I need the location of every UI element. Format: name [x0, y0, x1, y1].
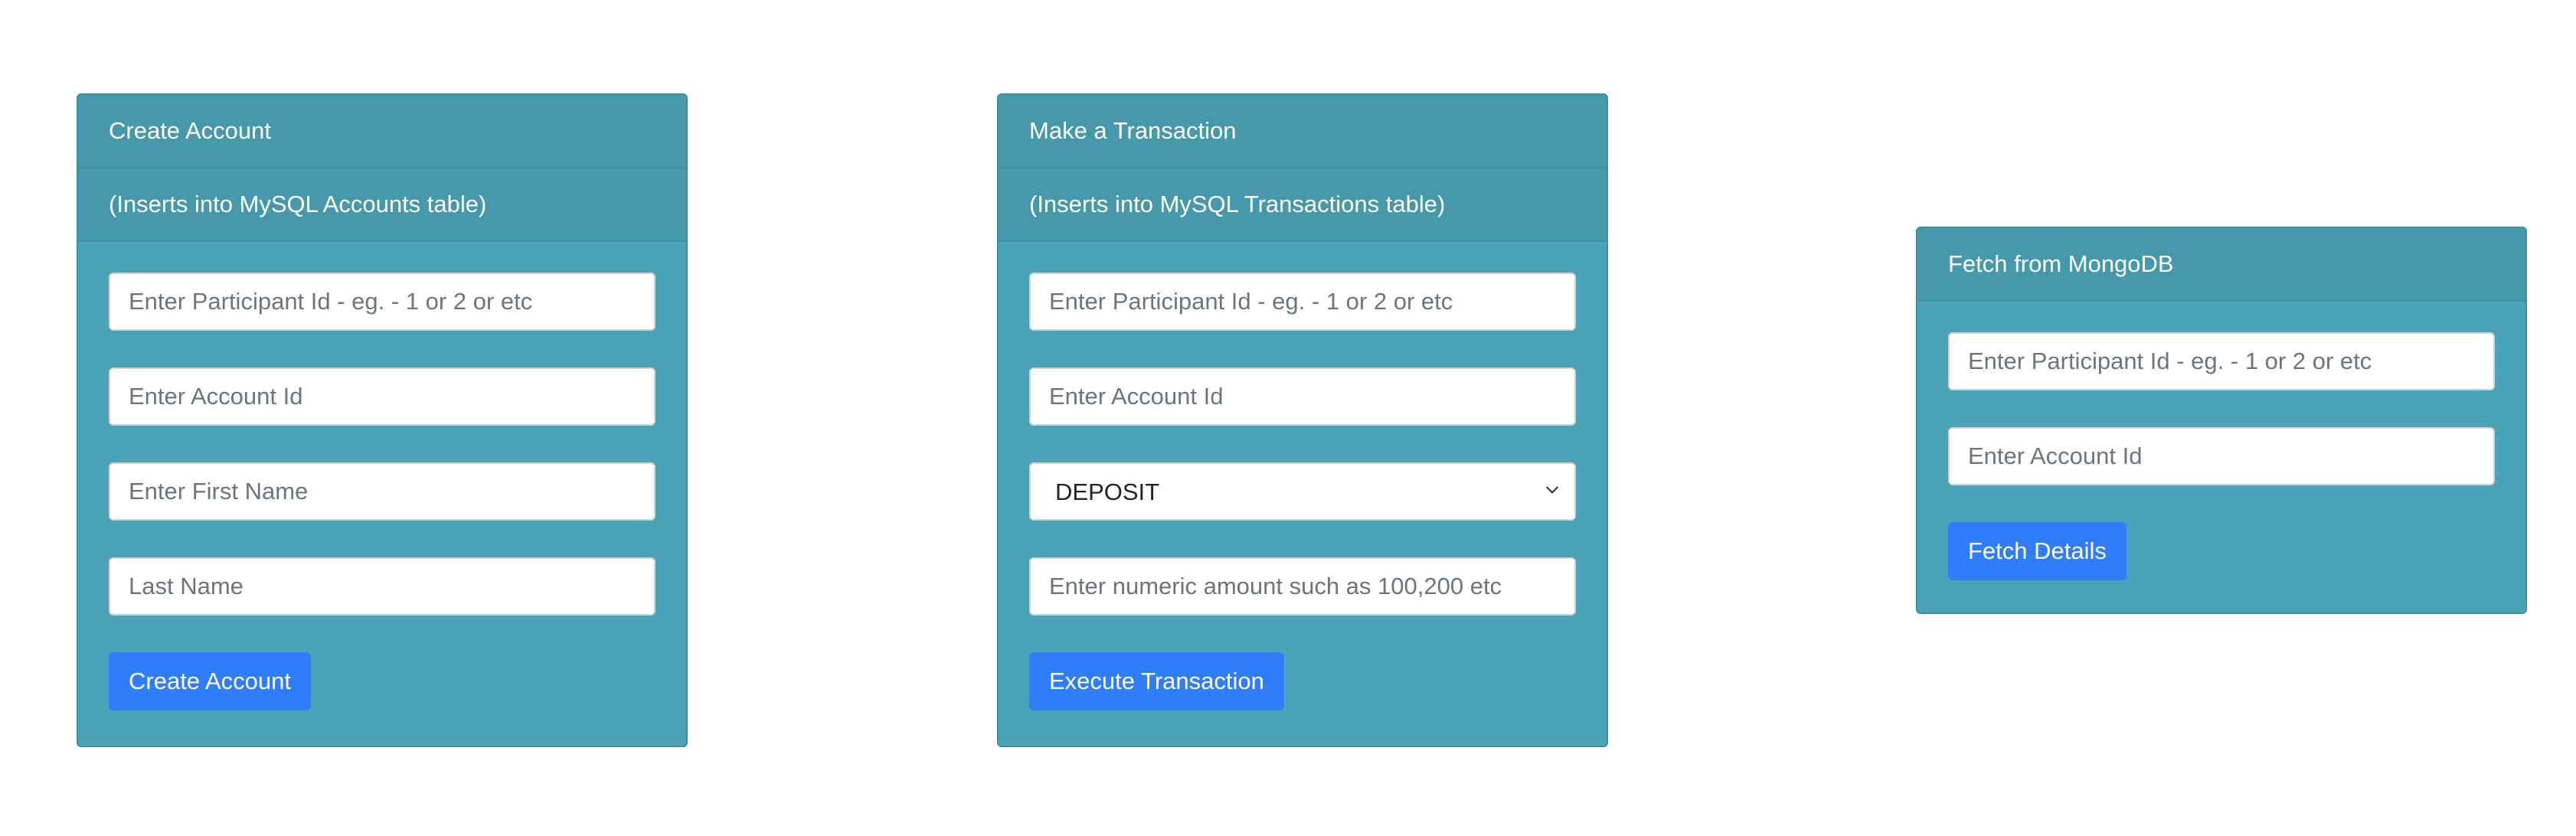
transaction-card: Make a Transaction (Inserts into MySQL T… — [997, 93, 1608, 747]
fetch-details-button[interactable]: Fetch Details — [1948, 522, 2127, 580]
transaction-title: Make a Transaction — [999, 95, 1607, 168]
transaction-form: DEPOSIT Execute Transaction — [999, 242, 1607, 741]
create-account-title: Create Account — [78, 95, 686, 168]
account-id-input[interactable] — [109, 367, 655, 426]
last-name-input[interactable] — [109, 557, 655, 616]
amount-input[interactable] — [1029, 557, 1576, 616]
create-account-card: Create Account (Inserts into MySQL Accou… — [77, 93, 688, 747]
fetch-title: Fetch from MongoDB — [1917, 228, 2525, 302]
account-id-input[interactable] — [1948, 427, 2495, 485]
execute-transaction-button[interactable]: Execute Transaction — [1029, 652, 1284, 710]
transaction-type-select[interactable]: DEPOSIT — [1029, 462, 1576, 521]
account-id-input[interactable] — [1029, 367, 1576, 426]
participant-id-input[interactable] — [1029, 273, 1576, 331]
first-name-input[interactable] — [109, 462, 655, 521]
create-account-subtitle: (Inserts into MySQL Accounts table) — [78, 168, 686, 242]
create-account-form: Create Account — [78, 242, 686, 741]
transaction-type-select-wrapper: DEPOSIT — [1029, 462, 1576, 521]
create-account-button[interactable]: Create Account — [109, 652, 311, 710]
transaction-subtitle: (Inserts into MySQL Transactions table) — [999, 168, 1607, 242]
participant-id-input[interactable] — [109, 273, 655, 331]
participant-id-input[interactable] — [1948, 332, 2495, 390]
fetch-card: Fetch from MongoDB Fetch Details — [1916, 227, 2527, 614]
fetch-form: Fetch Details — [1917, 302, 2525, 611]
